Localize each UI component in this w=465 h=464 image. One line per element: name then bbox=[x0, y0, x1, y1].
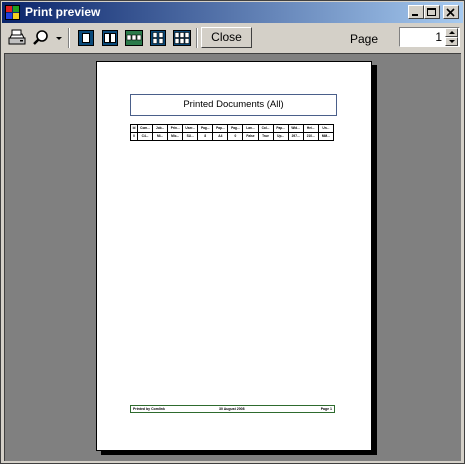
table-row: 0 C4... Mi... Mic... SU... 8 A4 0 False True Up...… bbox=[130, 132, 335, 141]
toolbar-separator bbox=[68, 28, 70, 48]
table-cell: 0 bbox=[130, 132, 138, 141]
title-bar[interactable]: Print preview bbox=[2, 2, 463, 23]
table-cell: C4... bbox=[136, 132, 154, 141]
maximize-button[interactable] bbox=[424, 5, 440, 19]
one-page-icon bbox=[78, 30, 94, 46]
printer-icon bbox=[8, 29, 26, 45]
table-cell: 297... bbox=[287, 132, 304, 141]
page-footer: Printed by Comlink 30 August 2008 Page 1 bbox=[130, 405, 335, 413]
six-pages-button[interactable] bbox=[171, 27, 193, 49]
page-label: Page bbox=[350, 32, 379, 46]
table-cell: 8 bbox=[197, 132, 214, 141]
table-header-cell: Job... bbox=[152, 124, 169, 133]
zoom-dropdown[interactable] bbox=[54, 27, 64, 49]
table-header-cell: Hei... bbox=[302, 124, 319, 133]
table-cell: 210... bbox=[302, 132, 319, 141]
table-header-cell: Un... bbox=[317, 124, 335, 133]
table-header-cell: Col... bbox=[257, 124, 274, 133]
magnifier-icon bbox=[33, 30, 48, 45]
table-cell: MM... bbox=[317, 132, 335, 141]
preview-area[interactable]: Printed Documents (All) Id Com... Job... Pr… bbox=[4, 53, 461, 461]
table-header-cell: Lan... bbox=[242, 124, 259, 133]
three-pages-button[interactable] bbox=[123, 27, 145, 49]
minimize-button[interactable] bbox=[408, 5, 424, 19]
preview-page: Printed Documents (All) Id Com... Job... Pr… bbox=[96, 61, 372, 451]
print-preview-window: Print preview Close Page 1 Printed Docum… bbox=[0, 0, 465, 464]
page-spinner[interactable] bbox=[399, 27, 460, 47]
table-cell: Up... bbox=[272, 132, 289, 141]
table-cell: False bbox=[242, 132, 259, 141]
toolbar-separator bbox=[196, 28, 198, 48]
window-title: Print preview bbox=[25, 5, 101, 19]
page-down-button[interactable] bbox=[445, 37, 458, 46]
footer-date: 30 August 2008 bbox=[219, 407, 245, 411]
two-pages-button[interactable] bbox=[99, 27, 121, 49]
zoom-button[interactable] bbox=[30, 27, 52, 49]
report-title: Printed Documents (All) bbox=[130, 94, 337, 116]
table-header-cell: Prin... bbox=[167, 124, 184, 133]
page-up-button[interactable] bbox=[445, 28, 458, 37]
document-table: Id Com... Job... Prin... User... Pag... Pap...… bbox=[130, 124, 335, 141]
close-button[interactable]: Close bbox=[201, 27, 252, 48]
table-cell: Mi... bbox=[152, 132, 169, 141]
table-header-row: Id Com... Job... Prin... User... Pag... Pap...… bbox=[130, 124, 335, 133]
close-icon bbox=[446, 8, 455, 17]
table-cell: SU... bbox=[182, 132, 199, 141]
table-cell: A4 bbox=[212, 132, 229, 141]
one-page-button[interactable] bbox=[75, 27, 97, 49]
table-cell: 0 bbox=[227, 132, 244, 141]
table-header-cell: User... bbox=[182, 124, 199, 133]
app-icon bbox=[5, 5, 20, 20]
table-header-cell: Pap... bbox=[272, 124, 289, 133]
table-cell: True bbox=[257, 132, 274, 141]
four-pages-icon bbox=[150, 30, 166, 46]
spin-up-icon bbox=[449, 31, 455, 34]
minimize-icon bbox=[412, 14, 418, 16]
footer-page: Page 1 bbox=[320, 407, 332, 411]
dropdown-arrow-icon bbox=[56, 37, 62, 40]
page-number-input[interactable] bbox=[401, 29, 444, 45]
two-pages-icon bbox=[102, 30, 118, 46]
footer-printed-by: Printed by Comlink bbox=[133, 407, 165, 411]
four-pages-button[interactable] bbox=[147, 27, 169, 49]
table-header-cell: Wid... bbox=[287, 124, 304, 133]
table-header-cell: Pag... bbox=[227, 124, 244, 133]
maximize-icon bbox=[427, 8, 436, 16]
table-header-cell: Id bbox=[130, 124, 138, 133]
spin-down-icon bbox=[449, 40, 455, 43]
table-cell: Mic... bbox=[167, 132, 184, 141]
table-header-cell: Pap... bbox=[212, 124, 229, 133]
close-window-button[interactable] bbox=[443, 5, 459, 19]
toolbar: Close Page bbox=[2, 24, 463, 52]
six-pages-icon bbox=[173, 30, 191, 46]
three-pages-icon bbox=[125, 30, 143, 46]
table-header-cell: Com... bbox=[136, 124, 154, 133]
table-header-cell: Pag... bbox=[197, 124, 214, 133]
print-button[interactable] bbox=[6, 27, 28, 49]
